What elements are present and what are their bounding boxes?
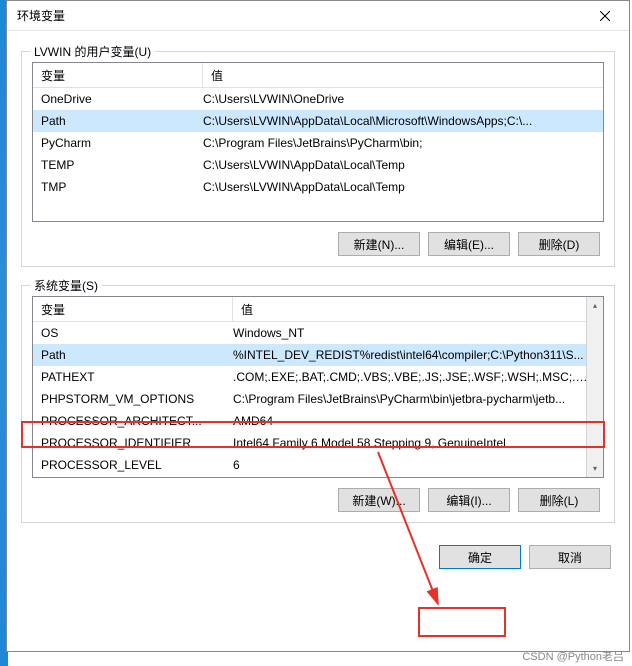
user-vars-body: OneDriveC:\Users\LVWIN\OneDrive PathC:\U… [33,88,603,198]
sys-vars-group: 系统变量(S) 变量 值 OSWindows_NT Path%INTEL_DEV… [21,285,615,523]
table-row[interactable]: OneDriveC:\Users\LVWIN\OneDrive [33,88,603,110]
cancel-button[interactable]: 取消 [529,545,611,569]
dialog-body: LVWIN 的用户变量(U) 变量 值 OneDriveC:\Users\LVW… [7,31,629,581]
delete-user-var-button[interactable]: 删除(D) [518,232,600,256]
sys-vars-buttons: 新建(W)... 编辑(I)... 删除(L) [32,488,604,512]
sys-vars-table[interactable]: 变量 值 OSWindows_NT Path%INTEL_DEV_REDIST%… [32,296,604,478]
table-row[interactable]: PROCESSOR_LEVEL6 [33,454,603,476]
table-row[interactable]: PathC:\Users\LVWIN\AppData\Local\Microso… [33,110,603,132]
watermark: CSDN @Python老吕 [522,648,624,664]
table-row[interactable]: OSWindows_NT [33,322,603,344]
user-vars-table[interactable]: 变量 值 OneDriveC:\Users\LVWIN\OneDrive Pat… [32,62,604,222]
table-row[interactable]: PROCESSOR_IDENTIFIERIntel64 Family 6 Mod… [33,432,603,454]
sys-vars-legend: 系统变量(S) [30,277,102,294]
delete-sys-var-button[interactable]: 删除(L) [518,488,600,512]
table-header: 变量 值 [33,297,603,322]
scroll-down-icon[interactable]: ▾ [587,460,603,477]
ok-button[interactable]: 确定 [439,545,521,569]
scrollbar[interactable]: ▴ ▾ [586,297,603,477]
table-row[interactable]: Path%INTEL_DEV_REDIST%redist\intel64\com… [33,344,603,366]
close-button[interactable] [583,2,627,30]
table-row[interactable]: PHPSTORM_VM_OPTIONSC:\Program Files\JetB… [33,388,603,410]
table-row[interactable]: PyCharmC:\Program Files\JetBrains\PyChar… [33,132,603,154]
user-vars-group: LVWIN 的用户变量(U) 变量 值 OneDriveC:\Users\LVW… [21,51,615,267]
env-vars-dialog: 环境变量 LVWIN 的用户变量(U) 变量 值 OneDriveC:\User… [6,0,630,652]
new-sys-var-button[interactable]: 新建(W)... [338,488,420,512]
scroll-up-icon[interactable]: ▴ [587,297,603,314]
edit-sys-var-button[interactable]: 编辑(I)... [428,488,510,512]
user-vars-legend: LVWIN 的用户变量(U) [30,43,155,60]
sys-vars-body: OSWindows_NT Path%INTEL_DEV_REDIST%redis… [33,322,603,476]
dialog-title: 环境变量 [17,7,65,24]
col-header-val[interactable]: 值 [233,297,603,322]
table-row[interactable]: PATHEXT.COM;.EXE;.BAT;.CMD;.VBS;.VBE;.JS… [33,366,603,388]
table-row[interactable]: TMPC:\Users\LVWIN\AppData\Local\Temp [33,176,603,198]
titlebar: 环境变量 [7,1,629,31]
table-row[interactable]: TEMPC:\Users\LVWIN\AppData\Local\Temp [33,154,603,176]
table-header: 变量 值 [33,63,603,88]
footer-buttons: 确定 取消 [21,545,615,569]
new-user-var-button[interactable]: 新建(N)... [338,232,420,256]
col-header-val[interactable]: 值 [203,63,603,88]
close-icon [600,11,610,21]
col-header-var[interactable]: 变量 [33,63,203,88]
edit-user-var-button[interactable]: 编辑(E)... [428,232,510,256]
user-vars-buttons: 新建(N)... 编辑(E)... 删除(D) [32,232,604,256]
col-header-var[interactable]: 变量 [33,297,233,322]
table-row[interactable]: PROCESSOR_ARCHITECT...AMD64 [33,410,603,432]
